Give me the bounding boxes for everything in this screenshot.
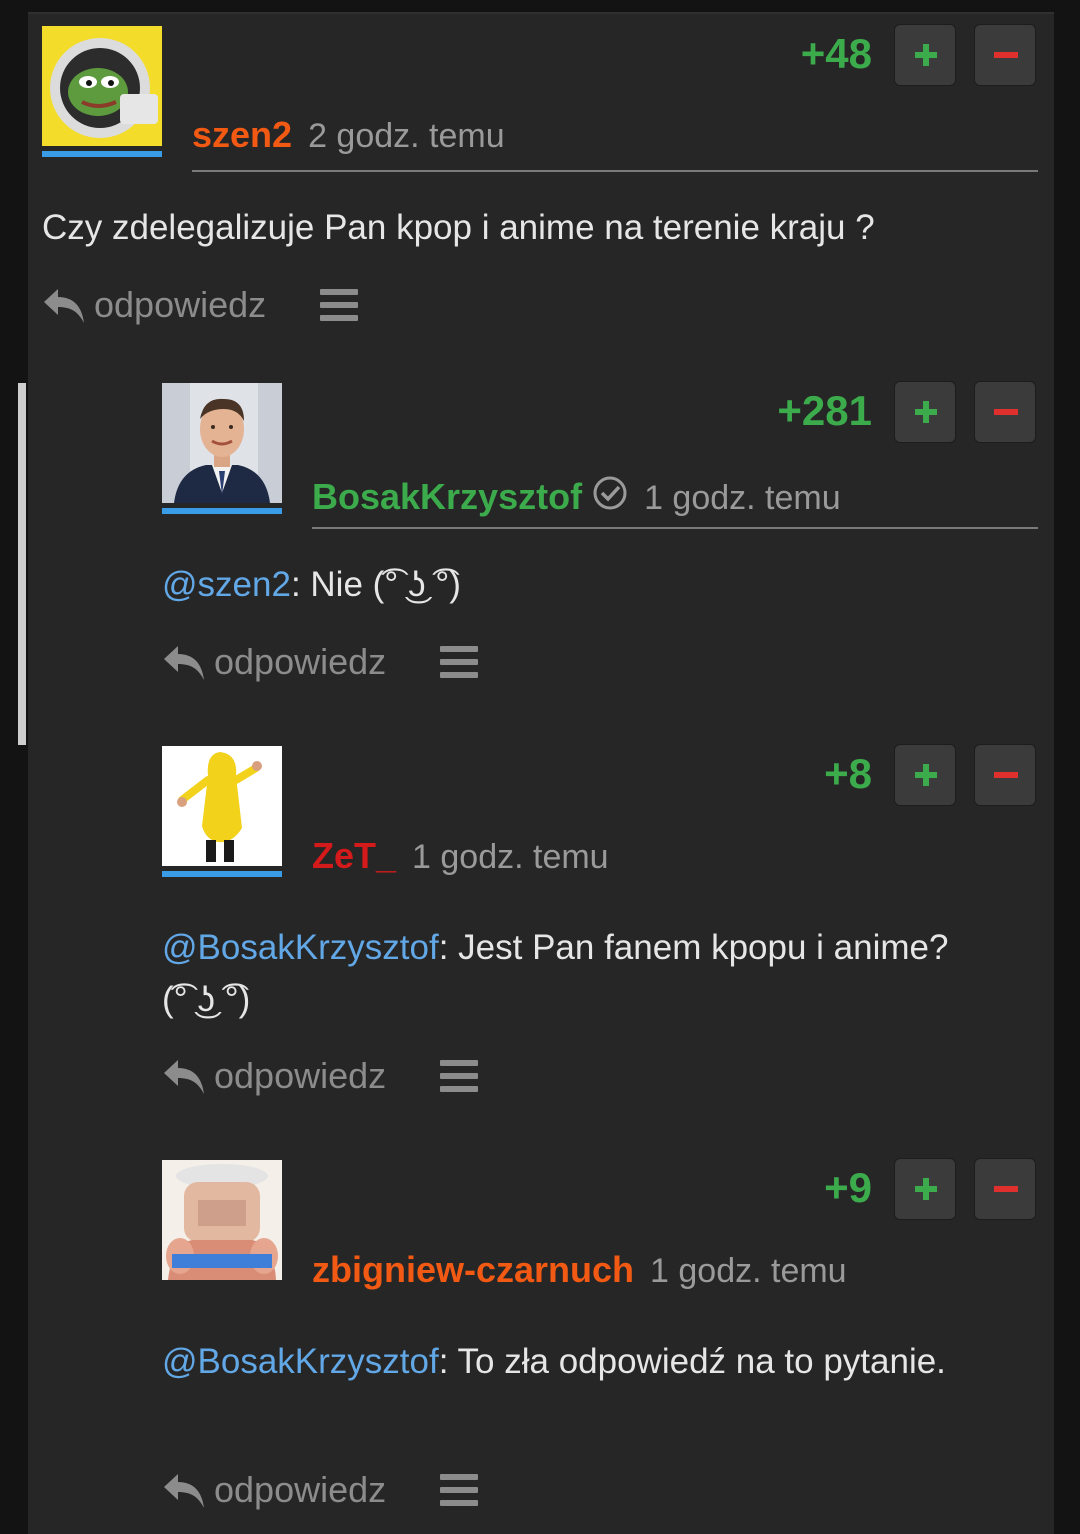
- downvote-button[interactable]: [974, 744, 1036, 806]
- timestamp[interactable]: 1 godz. temu: [412, 838, 609, 877]
- reply-arrow-icon: [164, 1060, 204, 1094]
- reply-button[interactable]: odpowiedz: [162, 1055, 386, 1097]
- comment-actions: odpowiedz: [162, 1055, 479, 1097]
- minus-icon: [994, 52, 1018, 58]
- username-link[interactable]: szen2: [192, 114, 292, 156]
- score: +281: [777, 387, 872, 434]
- comment-body: @szen2: Nie (͡° ͜ʖ ͡°): [162, 559, 1022, 611]
- comment-meta: ZeT_ 1 godz. temu: [312, 835, 609, 877]
- avatar[interactable]: [162, 1160, 282, 1280]
- comment-body: Czy zdelegalizuje Pan kpop i anime na te…: [42, 202, 1022, 254]
- header-divider: [192, 170, 1038, 172]
- thread-line: [18, 383, 26, 745]
- comment-text: Czy zdelegalizuje Pan kpop i anime na te…: [42, 208, 875, 247]
- score: +48: [800, 30, 872, 77]
- downvote-button[interactable]: [974, 381, 1036, 443]
- comment-body: @BosakKrzysztof: To zła odpowiedź na to …: [162, 1336, 962, 1388]
- downvote-button[interactable]: [974, 24, 1036, 86]
- man-in-suit-avatar: [162, 383, 282, 503]
- header-divider: [312, 527, 1038, 529]
- avatar-status-bar: [162, 871, 282, 877]
- reply-button[interactable]: odpowiedz: [162, 1469, 386, 1511]
- more-options-icon[interactable]: [440, 1474, 479, 1506]
- comment-actions: odpowiedz: [42, 284, 359, 326]
- reply-label: odpowiedz: [214, 1469, 387, 1510]
- username-link[interactable]: zbigniew-czarnuch: [312, 1249, 634, 1291]
- reply-arrow-icon: [44, 289, 84, 323]
- minus-icon: [994, 1186, 1018, 1192]
- reply-label: odpowiedz: [214, 1055, 387, 1096]
- upvote-button[interactable]: [894, 381, 956, 443]
- avatar-status-bar: [162, 508, 282, 514]
- timestamp[interactable]: 2 godz. temu: [308, 117, 505, 156]
- mention-link[interactable]: @BosakKrzysztof: [162, 1342, 439, 1381]
- reply-arrow-icon: [164, 1474, 204, 1508]
- username-link[interactable]: BosakKrzysztof: [312, 476, 582, 518]
- comment-actions: odpowiedz: [162, 641, 479, 683]
- mention-link[interactable]: @szen2: [162, 565, 291, 604]
- reply-button[interactable]: odpowiedz: [162, 641, 386, 683]
- comment-text: : Nie (͡° ͜ʖ ͡°): [290, 565, 461, 604]
- score: +8: [824, 750, 872, 797]
- comment-meta: szen2 2 godz. temu: [192, 114, 505, 156]
- comment-meta: zbigniew-czarnuch 1 godz. temu: [312, 1249, 847, 1291]
- meme-face-avatar: [162, 1160, 282, 1280]
- more-options-icon[interactable]: [440, 1060, 479, 1092]
- reply-label: odpowiedz: [94, 284, 267, 325]
- minus-icon: [994, 772, 1018, 778]
- minus-icon: [994, 409, 1018, 415]
- reply-button[interactable]: odpowiedz: [42, 284, 266, 326]
- avatar-status-bar: [42, 151, 162, 157]
- avatar[interactable]: [42, 26, 162, 146]
- more-options-icon[interactable]: [440, 646, 479, 678]
- score: +9: [824, 1164, 872, 1211]
- reply-arrow-icon: [164, 646, 204, 680]
- pepe-astronaut-avatar: [42, 26, 162, 146]
- more-options-icon[interactable]: [320, 289, 359, 321]
- comment-body: @BosakKrzysztof: Jest Pan fanem kpopu i …: [162, 922, 962, 1026]
- timestamp[interactable]: 1 godz. temu: [650, 1252, 847, 1291]
- upvote-button[interactable]: [894, 744, 956, 806]
- mention-link[interactable]: @BosakKrzysztof: [162, 928, 439, 967]
- upvote-button[interactable]: [894, 24, 956, 86]
- verified-check-icon: [592, 475, 628, 516]
- avatar[interactable]: [162, 383, 282, 503]
- timestamp[interactable]: 1 godz. temu: [644, 479, 841, 518]
- avatar[interactable]: [162, 746, 282, 866]
- reply-label: odpowiedz: [214, 641, 387, 682]
- downvote-button[interactable]: [974, 1158, 1036, 1220]
- comment-meta: BosakKrzysztof 1 godz. temu: [312, 473, 841, 518]
- username-link[interactable]: ZeT_: [312, 835, 396, 877]
- comment-text: : To zła odpowiedź na to pytanie.: [438, 1342, 946, 1381]
- upvote-button[interactable]: [894, 1158, 956, 1220]
- comment-actions: odpowiedz: [162, 1469, 479, 1511]
- banana-costume-avatar: [162, 746, 282, 866]
